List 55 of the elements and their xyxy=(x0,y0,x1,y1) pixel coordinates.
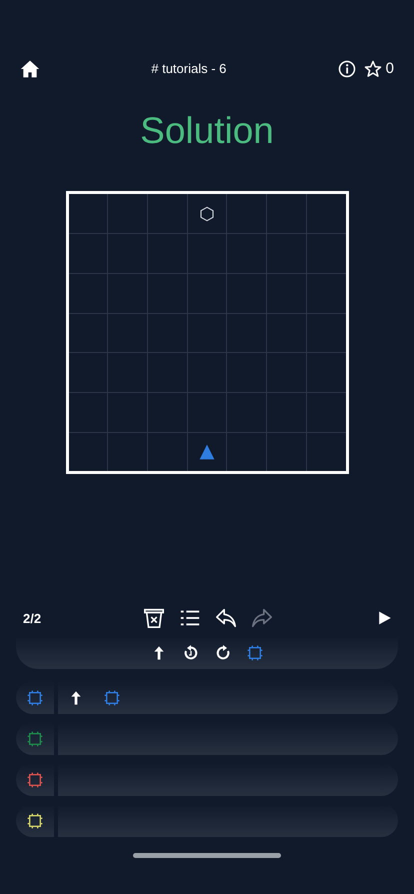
board-cell xyxy=(227,274,266,313)
board-cell xyxy=(108,432,147,472)
board-cell xyxy=(306,314,346,352)
board-cell xyxy=(188,314,226,352)
board-cell xyxy=(267,353,306,392)
board-cell xyxy=(108,234,147,273)
board-cell xyxy=(306,392,346,432)
home-icon[interactable] xyxy=(20,59,40,79)
step-counter: 2/2 xyxy=(23,610,42,628)
board-cell xyxy=(267,392,306,432)
board-cell xyxy=(267,274,306,313)
board-cell xyxy=(68,194,108,234)
board-cell xyxy=(68,432,108,472)
board-cell xyxy=(306,194,346,234)
board-cell xyxy=(188,353,226,392)
board-cell xyxy=(267,234,306,273)
hexagon-icon xyxy=(198,206,215,222)
board-cell xyxy=(227,392,266,432)
rotate-left-icon[interactable] xyxy=(183,644,199,661)
info-icon[interactable] xyxy=(338,60,356,78)
board-cell xyxy=(148,274,187,313)
board-cell xyxy=(148,392,187,432)
page-title: # tutorials - 6 xyxy=(151,60,226,78)
play-icon[interactable] xyxy=(378,610,392,626)
page-heading: Solution xyxy=(139,109,275,153)
undo-icon[interactable] xyxy=(214,607,236,630)
board-cell xyxy=(108,314,147,352)
board-cell xyxy=(68,353,108,392)
board-cell xyxy=(148,234,187,273)
board-cell xyxy=(148,314,187,352)
board-cell xyxy=(227,353,266,392)
board-cell xyxy=(108,274,147,313)
rotate-right-icon[interactable] xyxy=(215,644,231,661)
star-count-button[interactable]: 0 xyxy=(364,60,394,78)
trash-x-icon[interactable] xyxy=(142,607,164,630)
board-cell xyxy=(108,194,147,234)
star-icon xyxy=(364,60,382,78)
board-cell xyxy=(68,274,108,313)
board-cell xyxy=(306,432,346,472)
board-cell xyxy=(306,234,346,273)
board-cell xyxy=(68,314,108,352)
board-cell xyxy=(68,234,108,273)
board-cell xyxy=(267,432,306,472)
board-cell xyxy=(188,274,226,313)
board-cell xyxy=(267,194,306,234)
board-cell xyxy=(306,353,346,392)
triangle-icon xyxy=(198,443,215,462)
board-cell xyxy=(108,353,147,392)
board-cell xyxy=(148,353,187,392)
board-cell xyxy=(68,392,108,432)
board-cell xyxy=(306,274,346,313)
board-cell xyxy=(267,314,306,352)
board-cell xyxy=(227,234,266,273)
board-cell xyxy=(108,392,147,432)
board-cell xyxy=(227,314,266,352)
